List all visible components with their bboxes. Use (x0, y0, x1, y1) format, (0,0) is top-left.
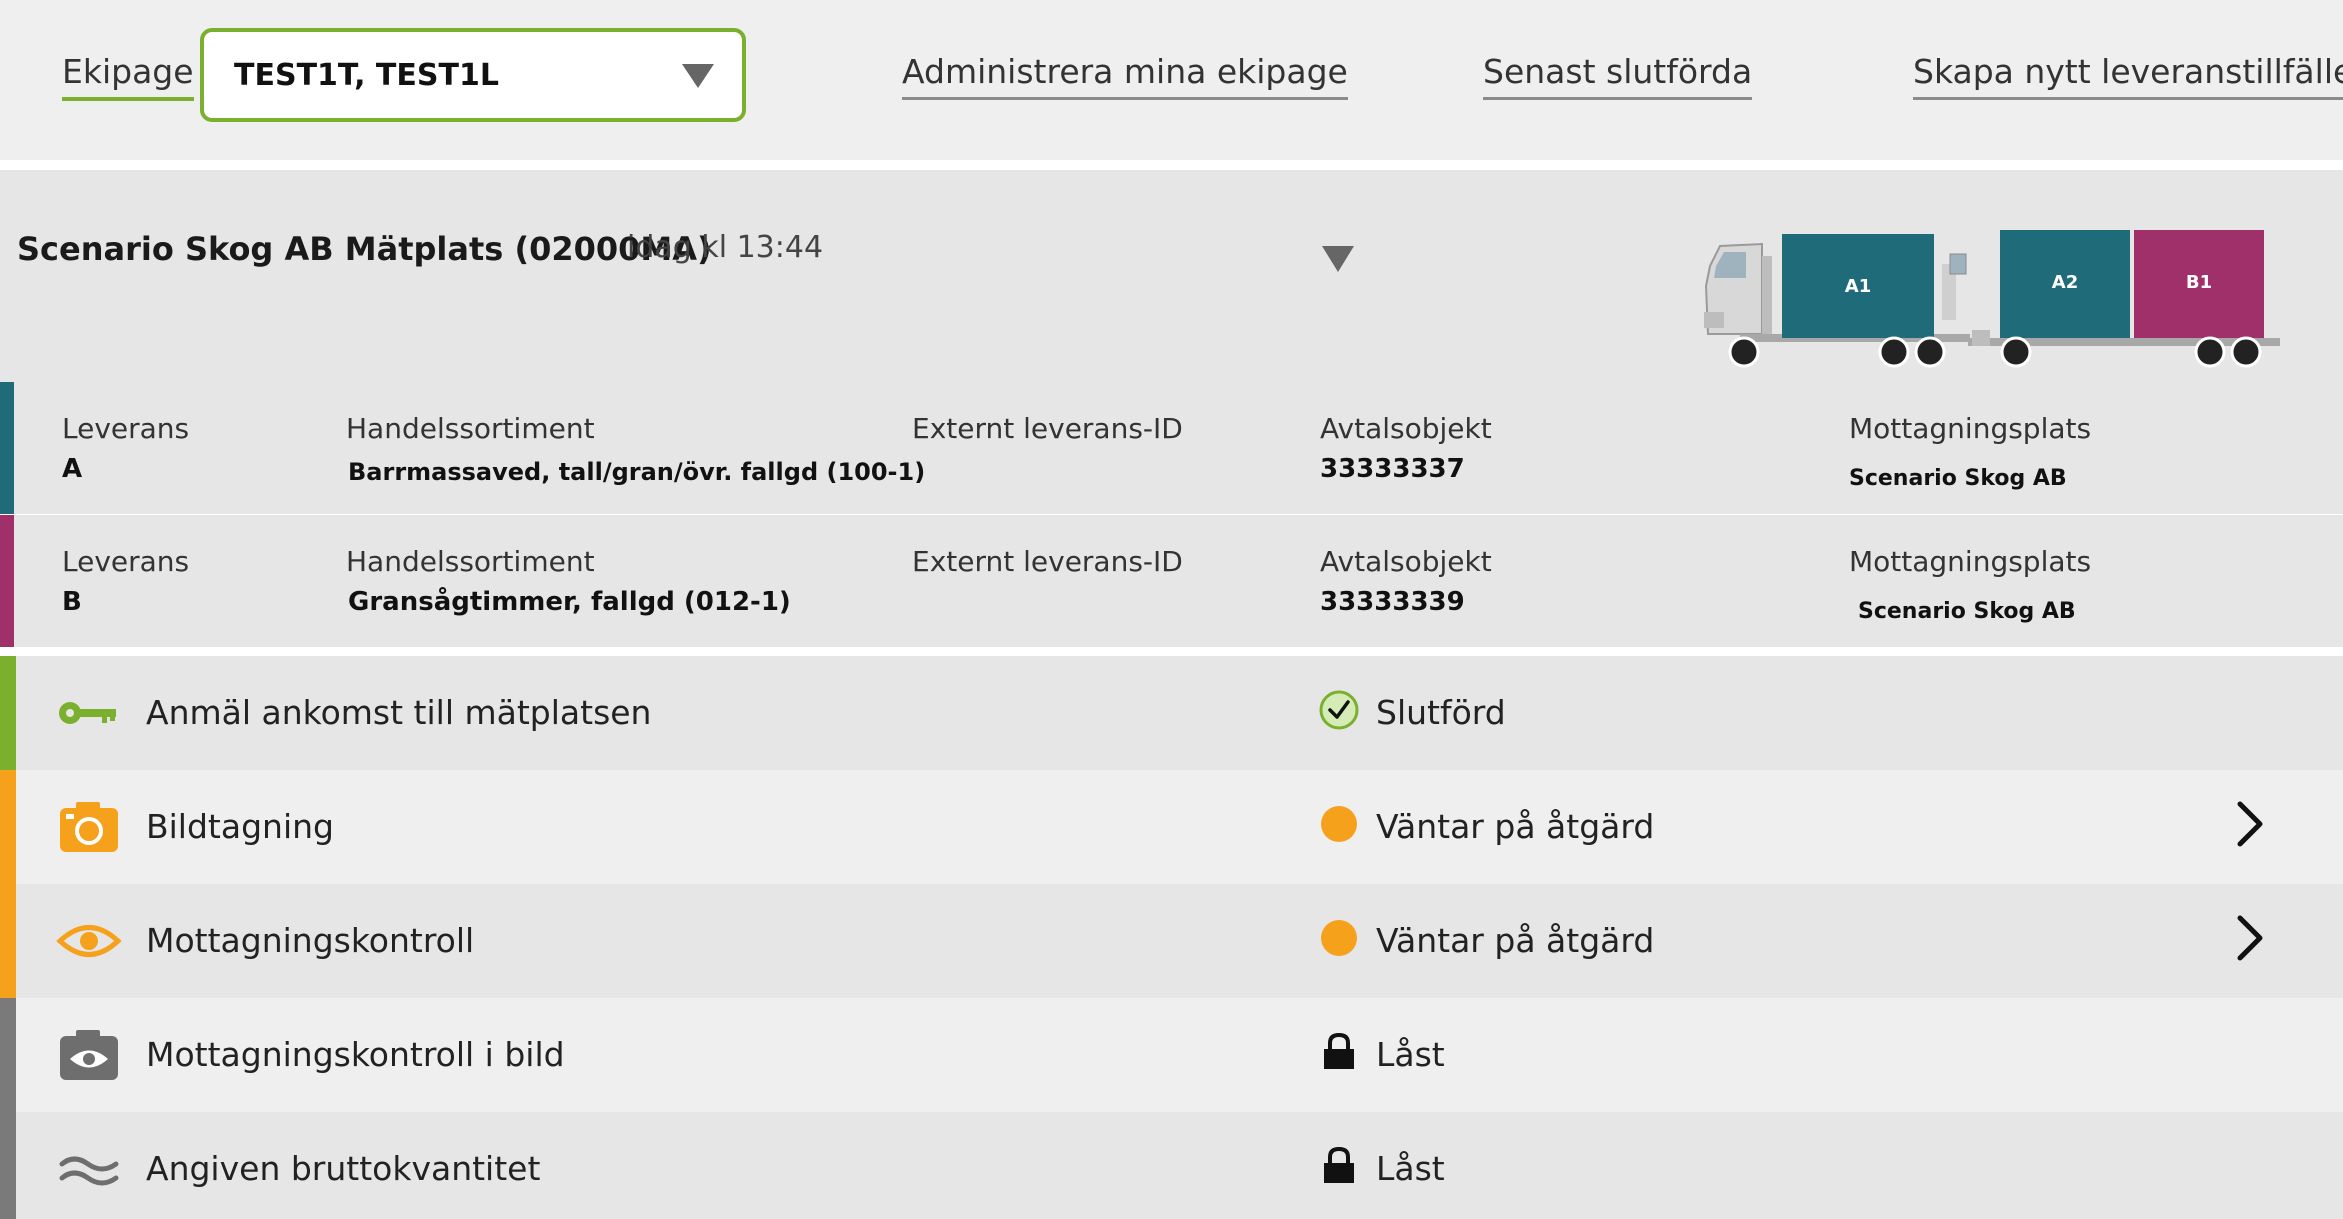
leverans-label: Leverans (62, 412, 190, 445)
step-anmal-ankomst[interactable]: Anmäl ankomst till mätplatsen Slutförd (0, 656, 2343, 770)
step-status: Slutförd (1376, 693, 1506, 732)
container-b1-label: B1 (2186, 272, 2212, 293)
step-label: Mottagningskontroll i bild (146, 1035, 565, 1074)
scenario-title: Scenario Skog AB Mätplats (02000MA) (17, 230, 712, 268)
delivery-color-bar (0, 515, 14, 647)
step-status-bar (0, 1112, 16, 1219)
externt-leverans-id-label: Externt leverans-ID (912, 412, 1183, 445)
step-status-bar (0, 656, 16, 770)
approx-icon (59, 1156, 119, 1186)
step-label: Mottagningskontroll (146, 921, 475, 960)
truck-illustration: A1 A2 B1 (1704, 230, 2280, 368)
scenario-time: idag kl 13:44 (627, 230, 824, 265)
lock-icon (1324, 1146, 1354, 1183)
handelssortiment-value: Barrmassaved, tall/gran/övr. fallgd (100… (348, 458, 926, 486)
externt-leverans-id-label: Externt leverans-ID (912, 545, 1183, 578)
delivery-row-b: Leverans B Handelssortiment Gransågtimme… (0, 515, 2343, 647)
crane-icon (1942, 253, 1967, 320)
ekipage-select-value: TEST1T, TEST1L (234, 58, 499, 93)
mottagningsplats-value: Scenario Skog AB (1858, 599, 2076, 624)
container-a2-label: A2 (2052, 272, 2078, 293)
camera-icon (60, 802, 118, 852)
step-bildtagning[interactable]: Bildtagning Väntar på åtgärd (0, 770, 2343, 884)
step-label: Anmäl ankomst till mätplatsen (146, 693, 652, 732)
avtalsobjekt-value: 33333339 (1320, 587, 1465, 617)
key-icon (59, 702, 116, 724)
top-bar: Ekipage TEST1T, TEST1L Administrera mina… (0, 0, 2343, 160)
leverans-label: Leverans (62, 545, 190, 578)
scenario-header[interactable]: Scenario Skog AB Mätplats (02000MA) idag… (0, 170, 2343, 382)
handelssortiment-label: Handelssortiment (346, 412, 595, 445)
expand-caret-icon[interactable] (1322, 246, 1354, 272)
step-mottagningskontroll-i-bild[interactable]: Mottagningskontroll i bild Låst (0, 998, 2343, 1112)
chevron-down-icon (682, 64, 714, 88)
step-mottagningskontroll[interactable]: Mottagningskontroll Väntar på åtgärd (0, 884, 2343, 998)
step-status: Väntar på åtgärd (1376, 921, 1655, 960)
step-status: Låst (1376, 1149, 1445, 1188)
avtalsobjekt-label: Avtalsobjekt (1320, 412, 1492, 445)
divider (0, 160, 2343, 170)
leverans-value: A (62, 454, 83, 484)
chevron-right-icon[interactable] (2230, 796, 2270, 852)
pending-dot-icon (1321, 920, 1357, 956)
eye-icon (56, 925, 122, 957)
check-icon (1319, 690, 1359, 730)
leverans-value: B (62, 587, 82, 617)
step-status-bar (0, 770, 16, 884)
container-a1-label: A1 (1845, 276, 1871, 297)
step-label: Bildtagning (146, 807, 334, 846)
mottagningsplats-value: Scenario Skog AB (1849, 466, 2067, 491)
page: Ekipage TEST1T, TEST1L Administrera mina… (0, 0, 2343, 1219)
administrera-ekipage-link[interactable]: Administrera mina ekipage (902, 52, 1348, 100)
handelssortiment-value: Gransågtimmer, fallgd (012-1) (348, 587, 791, 617)
handelssortiment-label: Handelssortiment (346, 545, 595, 578)
divider (0, 648, 2343, 656)
step-status-bar (0, 884, 16, 998)
avtalsobjekt-label: Avtalsobjekt (1320, 545, 1492, 578)
step-status-bar (0, 998, 16, 1112)
pending-dot-icon (1321, 806, 1357, 842)
step-status: Väntar på åtgärd (1376, 807, 1655, 846)
lock-icon (1324, 1032, 1354, 1069)
senast-slutforda-link[interactable]: Senast slutförda (1483, 52, 1753, 100)
camera-eye-icon (60, 1030, 118, 1080)
mottagningsplats-label: Mottagningsplats (1849, 545, 2092, 578)
step-status: Låst (1376, 1035, 1445, 1074)
truck-cab-icon (1704, 242, 1772, 336)
delivery-color-bar (0, 382, 14, 514)
avtalsobjekt-value: 33333337 (1320, 454, 1465, 484)
mottagningsplats-label: Mottagningsplats (1849, 412, 2092, 445)
skapa-leveranstillfalle-link[interactable]: Skapa nytt leveranstillfälle (1913, 52, 2343, 100)
ekipage-tab[interactable]: Ekipage (62, 52, 194, 101)
delivery-row-a: Leverans A Handelssortiment Barrmassaved… (0, 382, 2343, 514)
chevron-right-icon[interactable] (2230, 910, 2270, 966)
step-label: Angiven bruttokvantitet (146, 1149, 541, 1188)
ekipage-select[interactable]: TEST1T, TEST1L (200, 28, 746, 122)
step-angiven-bruttokvantitet[interactable]: Angiven bruttokvantitet Låst (0, 1112, 2343, 1219)
